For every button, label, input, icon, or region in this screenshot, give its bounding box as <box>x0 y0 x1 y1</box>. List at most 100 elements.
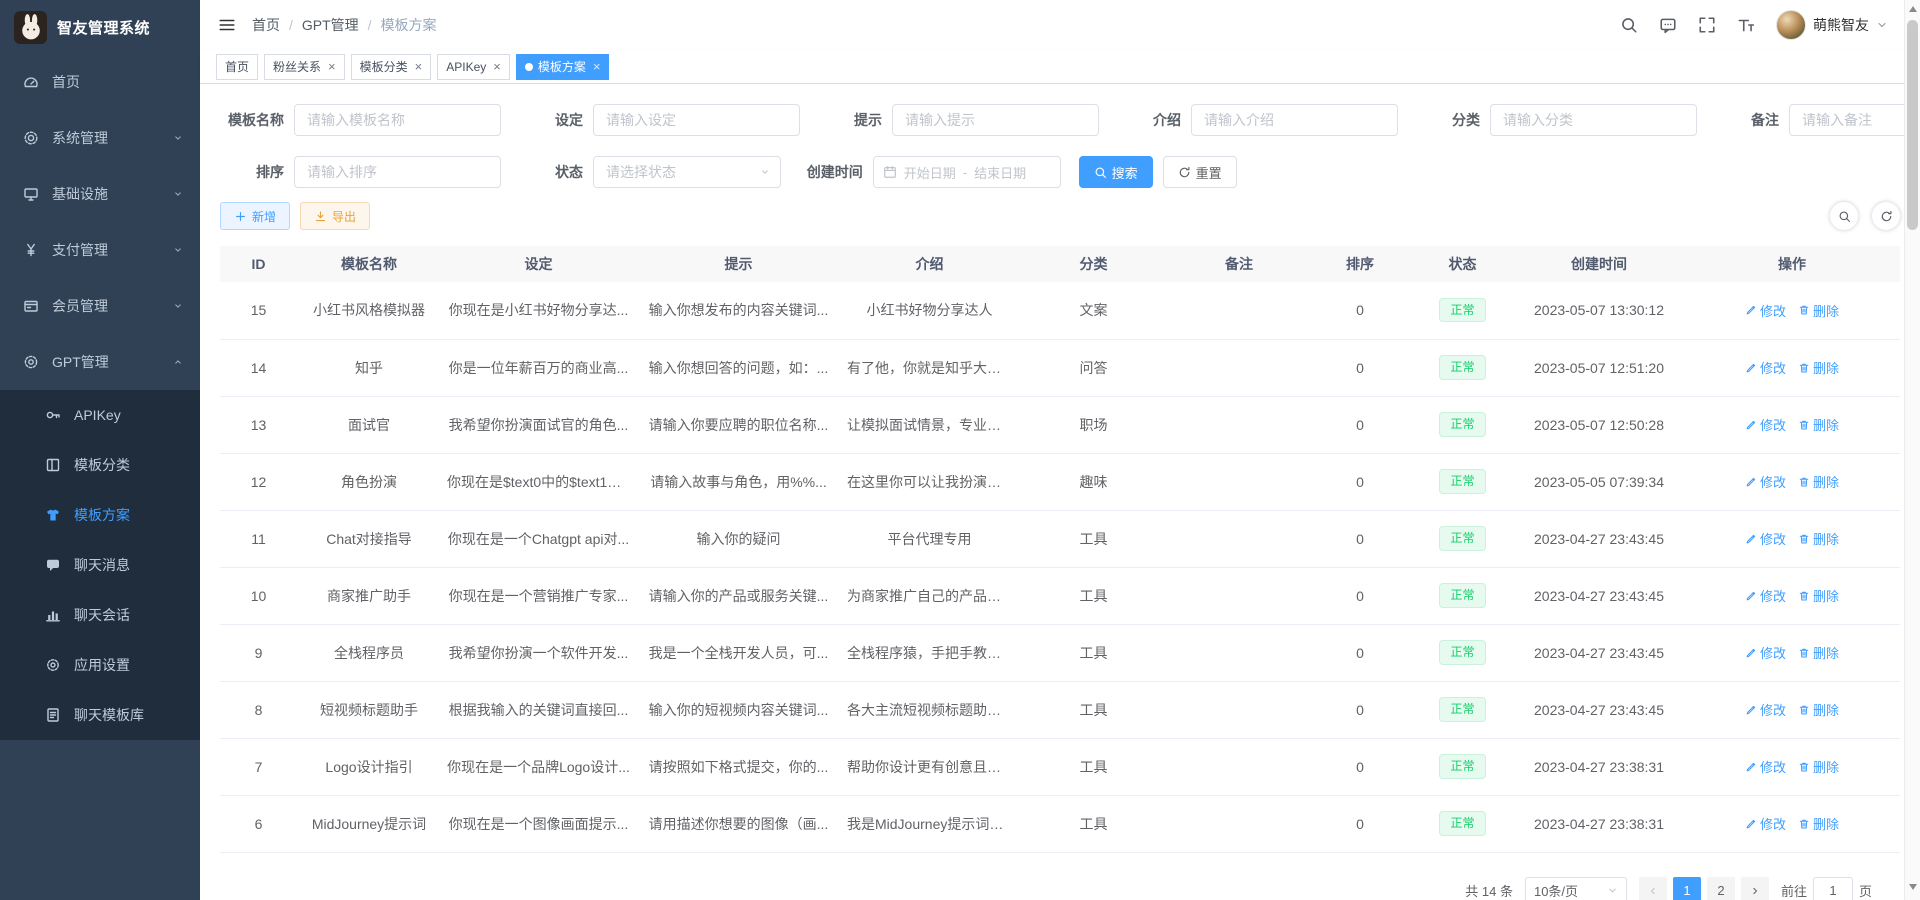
delete-button[interactable]: 删除 <box>1798 472 1839 491</box>
pagination-next-button[interactable] <box>1741 877 1769 900</box>
cell-actions: 修改删除 <box>1684 795 1900 852</box>
edit-button[interactable]: 修改 <box>1745 358 1786 377</box>
edit-button[interactable]: 修改 <box>1745 301 1786 320</box>
sidebar-item-app-settings[interactable]: 应用设置 <box>0 640 200 690</box>
chevron-up-icon <box>172 356 184 368</box>
breadcrumb-item[interactable]: GPT管理 <box>302 15 359 35</box>
sidebar-item-member[interactable]: 会员管理 <box>0 278 200 334</box>
prompt-input[interactable] <box>892 104 1099 136</box>
edit-button[interactable]: 修改 <box>1745 700 1786 719</box>
scrollbar-thumb[interactable] <box>1907 20 1918 230</box>
scrollbar-down-arrow[interactable] <box>1909 884 1917 890</box>
search-button[interactable]: 搜索 <box>1079 156 1153 188</box>
tab-home[interactable]: 首页 <box>216 54 258 80</box>
delete-button[interactable]: 删除 <box>1798 301 1839 320</box>
setting-input[interactable] <box>593 104 800 136</box>
cell-setting: 你现在是$text0中的$text1，... <box>441 453 636 510</box>
fullscreen-icon[interactable] <box>1698 16 1716 34</box>
tab-apikey[interactable]: APIKey× <box>437 54 510 80</box>
toggle-search-button[interactable] <box>1830 202 1858 230</box>
status-badge: 正常 <box>1439 811 1485 835</box>
delete-button[interactable]: 删除 <box>1798 586 1839 605</box>
cell-prompt: 请输入你的产品或服务关键... <box>636 567 841 624</box>
edit-button[interactable]: 修改 <box>1745 472 1786 491</box>
close-icon[interactable]: × <box>593 60 601 73</box>
cell-status: 正常 <box>1411 738 1514 795</box>
edit-button[interactable]: 修改 <box>1745 643 1786 662</box>
date-range-picker[interactable]: 开始日期 - 结束日期 <box>873 156 1061 188</box>
sidebar-item-chat-session[interactable]: 聊天会话 <box>0 590 200 640</box>
edit-button[interactable]: 修改 <box>1745 586 1786 605</box>
edit-icon <box>1745 818 1757 830</box>
sidebar-item-infrastructure[interactable]: 基础设施 <box>0 166 200 222</box>
user-name: 萌熊智友 <box>1813 15 1869 35</box>
delete-button[interactable]: 删除 <box>1798 415 1839 434</box>
cell-remark <box>1169 624 1309 681</box>
message-icon[interactable] <box>1659 16 1677 34</box>
export-button[interactable]: 导出 <box>300 202 370 230</box>
delete-button[interactable]: 删除 <box>1798 643 1839 662</box>
filter-label: 创建时间 <box>799 162 873 182</box>
sidebar-item-gpt[interactable]: GPT管理 <box>0 334 200 390</box>
edit-button[interactable]: 修改 <box>1745 529 1786 548</box>
table-header-row: ID模板名称设定提示介绍分类备注排序状态创建时间操作 <box>220 246 1900 282</box>
sidebar-item-payment[interactable]: 支付管理 <box>0 222 200 278</box>
edit-button[interactable]: 修改 <box>1745 814 1786 833</box>
delete-button[interactable]: 删除 <box>1798 814 1839 833</box>
sidebar-item-chat-message[interactable]: 聊天消息 <box>0 540 200 590</box>
search-icon[interactable] <box>1620 16 1638 34</box>
cell-id: 6 <box>220 795 297 852</box>
delete-button[interactable]: 删除 <box>1798 700 1839 719</box>
intro-input[interactable] <box>1191 104 1398 136</box>
pagination-page-2[interactable]: 2 <box>1707 877 1735 900</box>
sidebar-item-system[interactable]: 系统管理 <box>0 110 200 166</box>
close-icon[interactable]: × <box>415 60 423 73</box>
page-size-select[interactable]: 10条/页 <box>1525 877 1627 900</box>
table-row: 14知乎你是一位年薪百万的商业高...输入你想回答的问题，如：...有了他，你就… <box>220 339 1900 396</box>
add-button-label: 新增 <box>252 208 276 225</box>
tab-fans[interactable]: 粉丝关系× <box>264 54 345 80</box>
close-icon[interactable]: × <box>493 60 501 73</box>
close-icon[interactable]: × <box>328 60 336 73</box>
edit-button[interactable]: 修改 <box>1745 757 1786 776</box>
pagination-prev-button[interactable] <box>1639 877 1667 900</box>
sort-input[interactable] <box>294 156 501 188</box>
template-name-input[interactable] <box>294 104 501 136</box>
sidebar-item-label: APIKey <box>74 407 121 423</box>
goto-page-input[interactable] <box>1813 877 1853 900</box>
edit-button-label: 修改 <box>1760 700 1786 719</box>
breadcrumb-item[interactable]: 首页 <box>252 15 280 35</box>
add-button[interactable]: 新增 <box>220 202 290 230</box>
delete-button[interactable]: 删除 <box>1798 757 1839 776</box>
export-button-label: 导出 <box>332 208 356 225</box>
sidebar-item-apikey[interactable]: APIKey <box>0 390 200 440</box>
sidebar-item-chat-template-lib[interactable]: 聊天模板库 <box>0 690 200 740</box>
sidebar-item-template-category[interactable]: 模板分类 <box>0 440 200 490</box>
sidebar-item-template-plan[interactable]: 模板方案 <box>0 490 200 540</box>
delete-button[interactable]: 删除 <box>1798 529 1839 548</box>
scrollbar-up-arrow[interactable] <box>1909 6 1917 12</box>
category-input[interactable] <box>1490 104 1697 136</box>
tab-template-category[interactable]: 模板分类× <box>351 54 432 80</box>
cell-sort: 0 <box>1309 624 1411 681</box>
sidebar-item-home[interactable]: 首页 <box>0 54 200 110</box>
cell-sort: 0 <box>1309 681 1411 738</box>
edit-button[interactable]: 修改 <box>1745 415 1786 434</box>
sidebar-item-label: 应用设置 <box>74 655 130 675</box>
filter-label: 排序 <box>220 162 294 182</box>
edit-button-label: 修改 <box>1760 415 1786 434</box>
scrollbar[interactable] <box>1904 0 1920 900</box>
remark-input[interactable] <box>1789 104 1920 136</box>
font-size-icon[interactable] <box>1737 16 1755 34</box>
pagination-page-1[interactable]: 1 <box>1673 877 1701 900</box>
user-menu[interactable]: 萌熊智友 <box>1776 10 1888 40</box>
table-toolbar: 新增 导出 <box>200 188 1920 230</box>
status-select[interactable]: 请选择状态 <box>593 156 781 188</box>
refresh-table-button[interactable] <box>1872 202 1900 230</box>
delete-icon <box>1798 590 1810 602</box>
app-logo[interactable]: 智友管理系统 <box>0 0 200 54</box>
tab-template-plan[interactable]: 模板方案× <box>516 54 610 80</box>
reset-button[interactable]: 重置 <box>1163 156 1237 188</box>
hamburger-icon[interactable] <box>218 16 236 34</box>
delete-button[interactable]: 删除 <box>1798 358 1839 377</box>
